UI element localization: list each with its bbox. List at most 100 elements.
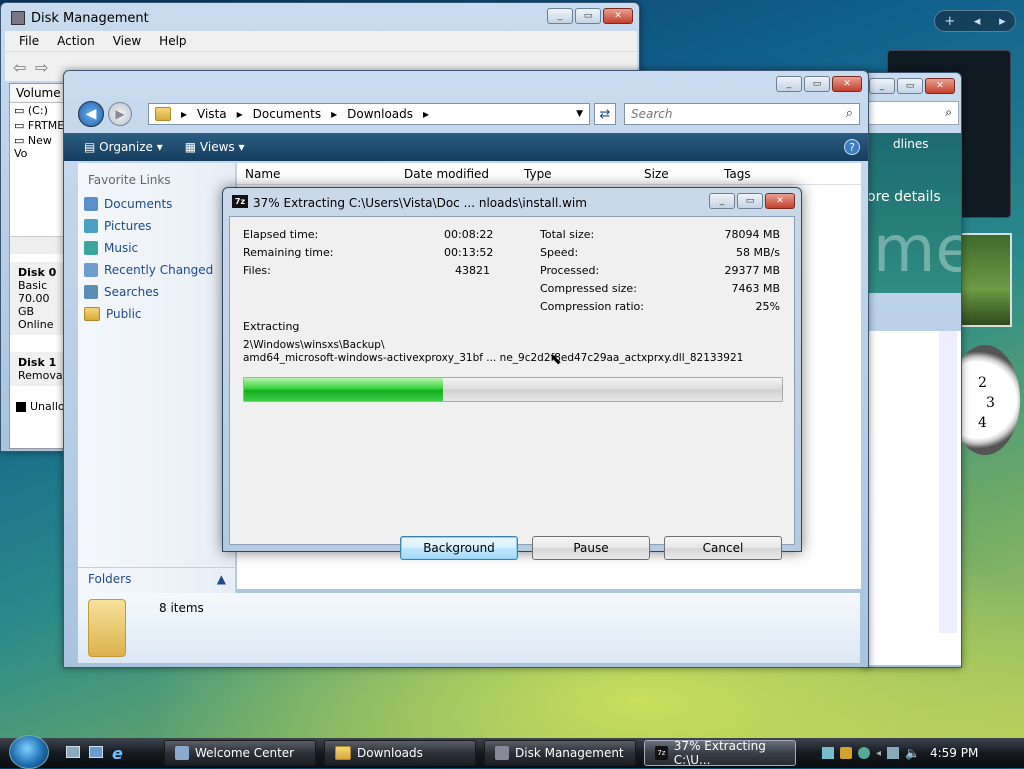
taskbar-item-disk-management[interactable]: Disk Management <box>484 740 636 766</box>
menu-view[interactable]: View <box>113 34 141 48</box>
volume-header[interactable]: Volume <box>10 84 70 103</box>
menu-action[interactable]: Action <box>57 34 95 48</box>
dialog-title: 37% Extracting C:\Users\Vista\Doc ... nl… <box>253 196 587 210</box>
elapsed-value: 00:08:22 <box>444 228 494 241</box>
breadcrumb-vista[interactable]: Vista <box>197 107 227 121</box>
status-label: Extracting <box>243 320 300 333</box>
item-count: 8 items <box>159 601 204 615</box>
next-icon[interactable]: ▸ <box>999 14 1006 29</box>
minimize-button[interactable]: _ <box>776 76 802 92</box>
scrollbar[interactable] <box>939 331 957 633</box>
column-date-modified[interactable]: Date modified <box>404 167 489 181</box>
progress-bar <box>243 377 783 402</box>
cancel-button[interactable]: Cancel <box>664 536 782 560</box>
documents-icon <box>84 197 98 211</box>
photo-gadget[interactable] <box>958 233 1012 327</box>
search-icon[interactable]: ⌕ <box>846 106 853 121</box>
show-desktop-icon[interactable] <box>66 746 80 758</box>
mouse-cursor: ⬉ <box>550 352 562 368</box>
sidebar-item-documents[interactable]: Documents <box>78 193 235 215</box>
views-button[interactable]: ▦ Views ▾ <box>185 140 245 154</box>
7zip-icon: 7z <box>232 195 248 208</box>
7zip-icon: 7z <box>655 746 668 760</box>
volume-item[interactable]: ▭ (C:) <box>10 103 70 118</box>
search-icon: ⌕ <box>945 105 952 119</box>
column-name[interactable]: Name <box>245 167 280 181</box>
sidebar-gadget-controls[interactable]: + ◂ ▸ <box>934 10 1016 32</box>
close-button[interactable]: ✕ <box>832 76 862 92</box>
clock[interactable]: 4:59 PM <box>930 746 978 760</box>
forward-icon[interactable]: ⇨ <box>35 58 48 77</box>
breadcrumb-documents[interactable]: Documents <box>253 107 321 121</box>
column-size[interactable]: Size <box>644 167 669 181</box>
sidebar-item-searches[interactable]: Searches <box>78 281 235 303</box>
folders-toggle[interactable]: Folders ▲ <box>78 567 236 589</box>
close-button[interactable]: ✕ <box>925 78 955 94</box>
update-icon[interactable] <box>858 747 870 759</box>
maximize-button[interactable]: ▭ <box>737 193 763 209</box>
tray-arrow-icon[interactable]: ◂ <box>876 748 881 759</box>
folder-large-icon <box>88 599 126 657</box>
start-button[interactable] <box>9 735 49 769</box>
chevron-down-icon[interactable]: ▼ <box>576 109 583 119</box>
minimize-button[interactable]: _ <box>547 8 573 24</box>
minimize-button[interactable]: _ <box>709 193 735 209</box>
address-bar[interactable]: ▸ Vista ▸ Documents ▸ Downloads ▸ ▼ <box>148 103 590 125</box>
compression-ratio-label: Compression ratio: <box>540 300 644 313</box>
taskbar-item-welcome-center[interactable]: Welcome Center <box>164 740 316 766</box>
disk1-name: Disk 1 <box>18 356 57 369</box>
maximize-button[interactable]: ▭ <box>804 76 830 92</box>
volume-item[interactable]: ▭ FRTME <box>10 118 70 133</box>
disk1-type: Removab <box>18 369 70 382</box>
column-type[interactable]: Type <box>524 167 552 181</box>
menu-file[interactable]: File <box>19 34 39 48</box>
sidebar-item-recently-changed[interactable]: Recently Changed <box>78 259 235 281</box>
column-tags[interactable]: Tags <box>724 167 751 181</box>
taskbar-item-downloads[interactable]: Downloads <box>324 740 476 766</box>
refresh-icon[interactable]: ⇄ <box>594 103 616 125</box>
network-icon[interactable] <box>822 747 834 759</box>
speed-value: 58 MB/s <box>736 246 780 259</box>
switch-windows-icon[interactable] <box>89 746 103 758</box>
forward-button[interactable]: ▶ <box>108 102 132 126</box>
sidebar-item-music[interactable]: Music <box>78 237 235 259</box>
extraction-dialog[interactable]: 7z 37% Extracting C:\Users\Vista\Doc ...… <box>222 187 802 560</box>
maximize-button[interactable]: ▭ <box>575 8 601 24</box>
system-tray: ◂ 🔈 4:59 PM <box>814 740 1024 766</box>
add-gadget-icon[interactable]: + <box>944 14 955 29</box>
maximize-button[interactable]: ▭ <box>897 78 923 94</box>
processed-label: Processed: <box>540 264 600 277</box>
volume-icon[interactable]: 🔈 <box>905 746 920 760</box>
organize-button[interactable]: ▤ Organize ▾ <box>84 140 163 154</box>
prev-icon[interactable]: ◂ <box>974 14 981 29</box>
pause-button[interactable]: Pause <box>532 536 650 560</box>
back-icon[interactable]: ⇦ <box>13 58 26 77</box>
minimize-button[interactable]: _ <box>869 78 895 94</box>
security-icon[interactable] <box>840 747 852 759</box>
music-icon <box>84 241 98 255</box>
close-button[interactable]: ✕ <box>765 193 795 209</box>
menu-help[interactable]: Help <box>159 34 186 48</box>
files-value: 43821 <box>455 264 490 277</box>
volume-item[interactable]: ▭ New Vo <box>10 133 70 161</box>
h-scrollbar[interactable] <box>10 236 70 254</box>
disk0-status: Online <box>18 318 54 331</box>
back-button[interactable]: ◀ <box>78 101 104 127</box>
folder-icon <box>335 746 351 760</box>
close-button[interactable]: ✕ <box>603 8 633 24</box>
network-status-icon[interactable] <box>887 747 900 759</box>
internet-explorer-icon[interactable]: e <box>112 744 123 763</box>
remaining-label: Remaining time: <box>243 246 334 259</box>
folder-icon <box>155 107 171 121</box>
taskbar-item-extracting[interactable]: 7z 37% Extracting C:\U... <box>644 739 796 767</box>
background-window[interactable]: _▭✕ ⌕ dlines ore details me <box>862 72 962 668</box>
breadcrumb-downloads[interactable]: Downloads <box>347 107 413 121</box>
sidebar-item-pictures[interactable]: Pictures <box>78 215 235 237</box>
sidebar-item-public[interactable]: Public <box>78 303 235 325</box>
search-input[interactable]: Search ⌕ <box>624 103 860 125</box>
speed-label: Speed: <box>540 246 579 259</box>
total-size-label: Total size: <box>540 228 595 241</box>
help-icon[interactable]: ? <box>844 139 860 155</box>
pictures-icon <box>84 219 98 233</box>
background-button[interactable]: Background <box>400 536 518 560</box>
